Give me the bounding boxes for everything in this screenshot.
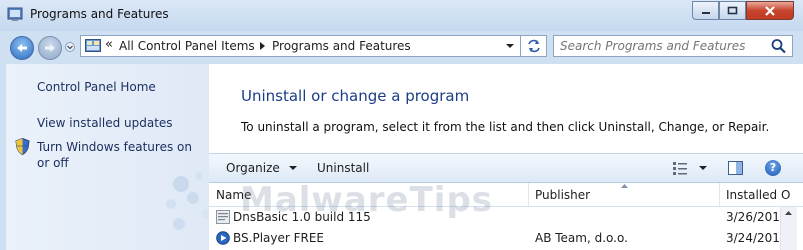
program-name: BS.Player FREE: [233, 231, 325, 245]
sort-ascending-icon: [621, 184, 628, 188]
control-panel-home-link[interactable]: Control Panel Home: [37, 80, 156, 94]
refresh-button[interactable]: [521, 35, 547, 57]
close-icon: [765, 5, 775, 16]
organize-button[interactable]: Organize: [226, 161, 298, 175]
minimize-icon: [701, 11, 710, 14]
program-publisher: AB Team, d.o.o.: [535, 231, 628, 245]
search-input[interactable]: [554, 36, 772, 56]
minimize-button[interactable]: [692, 1, 719, 20]
control-panel-icon: [85, 39, 101, 52]
uninstall-button[interactable]: Uninstall: [317, 161, 369, 175]
title-bar[interactable]: Programs and Features: [0, 0, 803, 31]
column-divider[interactable]: [528, 183, 529, 206]
breadcrumb-all-control-panel-items[interactable]: All Control Panel Items: [119, 39, 255, 53]
search-icon[interactable]: [770, 38, 788, 54]
recent-pages-dropdown[interactable]: [65, 42, 75, 52]
vertical-scrollbar[interactable]: [780, 207, 797, 250]
search-box[interactable]: [553, 35, 793, 57]
tasks-pane: Control Panel Home View installed update…: [6, 64, 210, 250]
breadcrumb-separator-icon[interactable]: [259, 39, 266, 53]
views-dropdown-icon[interactable]: [698, 161, 708, 175]
views-icon[interactable]: [672, 161, 688, 175]
refresh-icon: [527, 39, 540, 53]
help-icon[interactable]: ?: [765, 160, 781, 176]
programs-icon: [7, 7, 23, 21]
back-button[interactable]: [10, 36, 34, 60]
column-divider[interactable]: [719, 183, 720, 206]
breadcrumb-overflow[interactable]: «: [105, 37, 113, 52]
command-toolbar: Organize Uninstall ?: [209, 153, 803, 183]
view-installed-updates-link[interactable]: View installed updates: [37, 116, 173, 130]
address-bar[interactable]: « All Control Panel Items Programs and F…: [80, 35, 521, 57]
arrow-left-icon: [17, 44, 27, 52]
table-row[interactable]: BS.Player FREE AB Team, d.o.o. 3/24/2013: [209, 228, 803, 249]
page-title: Uninstall or change a program: [241, 87, 470, 105]
program-installed-date: 3/24/2013: [726, 231, 788, 245]
instructions-text: To uninstall a program, select it from t…: [241, 120, 770, 134]
bsplayer-icon: [216, 231, 230, 245]
program-icon: [216, 210, 230, 224]
arrow-right-icon: [45, 44, 55, 52]
scroll-up-icon[interactable]: [784, 210, 793, 216]
window-title: Programs and Features: [30, 7, 169, 21]
address-dropdown-icon[interactable]: [505, 39, 515, 53]
forward-button[interactable]: [38, 36, 62, 60]
chevron-down-icon: [288, 166, 297, 170]
preview-pane-icon[interactable]: [728, 161, 743, 175]
organize-label: Organize: [226, 161, 280, 175]
program-installed-date: 3/26/2013: [726, 210, 788, 224]
shield-icon: [15, 138, 30, 155]
column-publisher[interactable]: Publisher: [535, 188, 590, 202]
close-button[interactable]: [746, 1, 794, 20]
navigation-bar: « All Control Panel Items Programs and F…: [0, 31, 803, 64]
maximize-icon: [727, 6, 738, 15]
watermark: MalwareTips: [240, 180, 494, 220]
column-installed-on[interactable]: Installed O: [726, 188, 790, 202]
breadcrumb-programs-and-features[interactable]: Programs and Features: [272, 39, 411, 53]
maximize-button[interactable]: [719, 1, 746, 20]
